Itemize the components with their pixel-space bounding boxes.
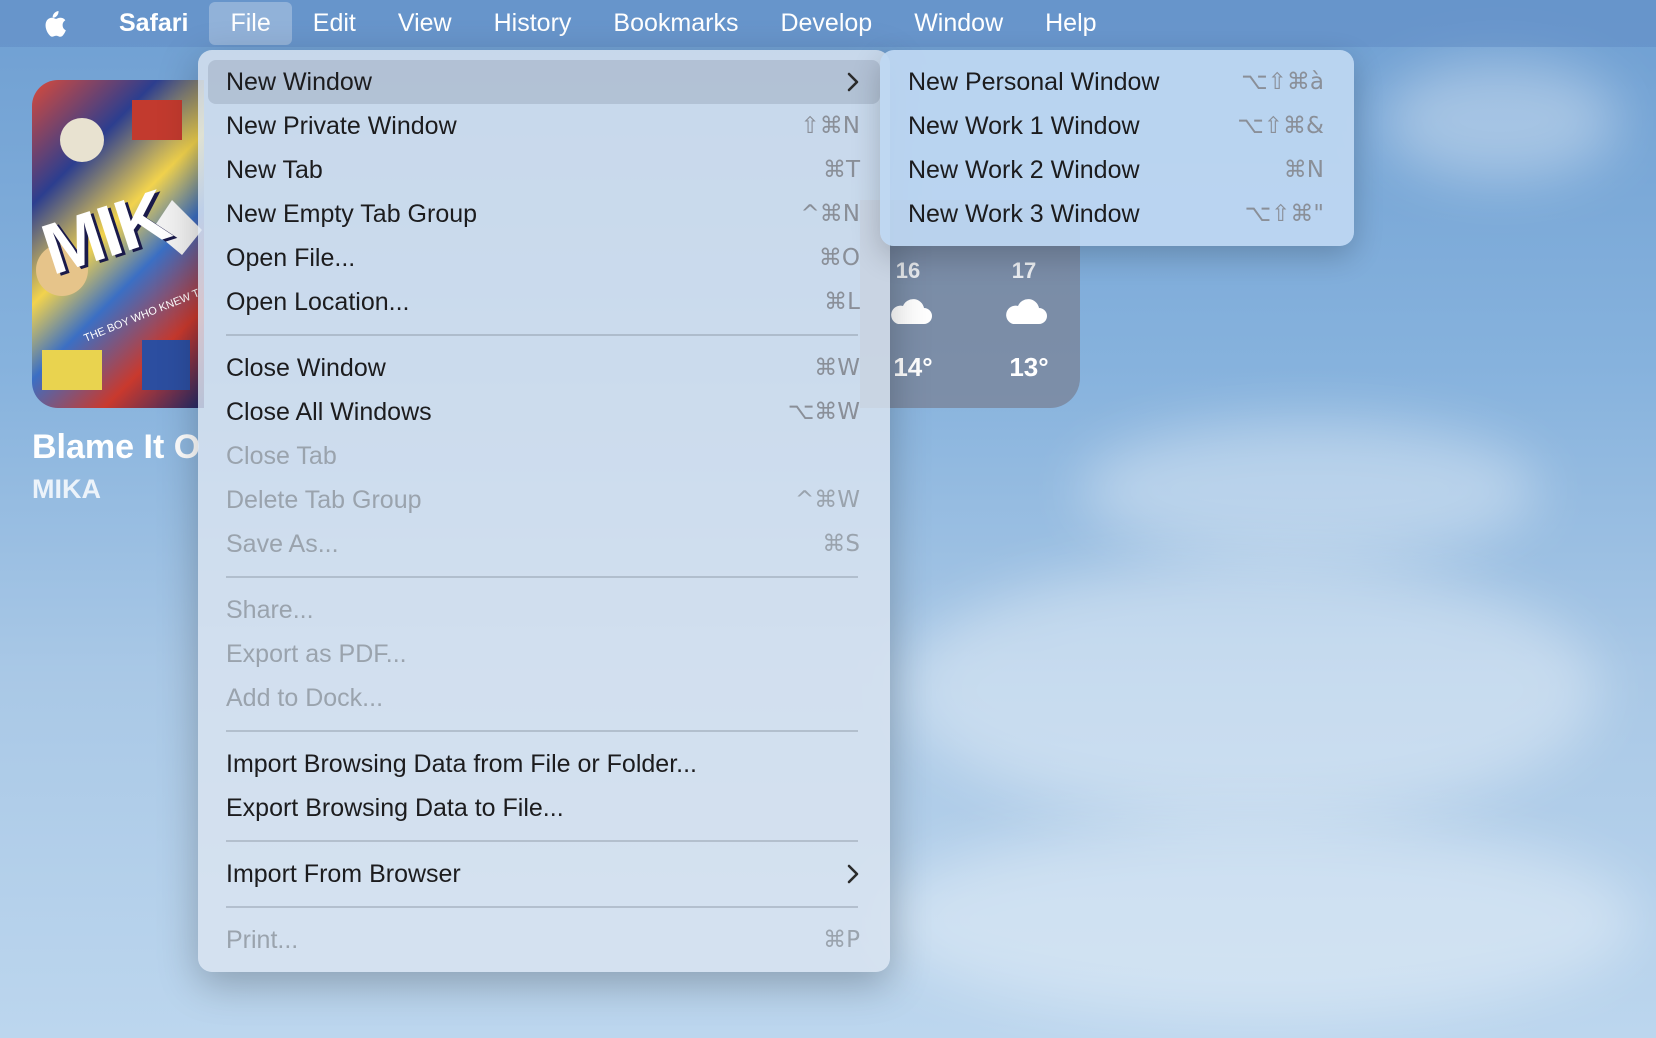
shortcut-label: ⌘P (823, 927, 860, 953)
submenu-item-new-work-2-window[interactable]: New Work 2 Window ⌘N (890, 148, 1344, 192)
shortcut-label: ⌥⌘W (787, 399, 860, 425)
submenu-item-new-work-3-window[interactable]: New Work 3 Window ⌥⇧⌘" (890, 192, 1344, 236)
file-menu-dropdown: New Window New Private Window ⇧⌘N New Ta… (198, 50, 890, 972)
menu-item-label: Open Location... (226, 288, 410, 316)
shortcut-label: ⌘W (814, 355, 860, 381)
menu-item-label: Share... (226, 596, 314, 624)
menu-separator (226, 730, 858, 732)
background-cloud (1080, 420, 1540, 560)
menu-view[interactable]: View (377, 0, 473, 47)
menu-item-open-location[interactable]: Open Location... ⌘L (208, 280, 880, 324)
menu-item-new-private-window[interactable]: New Private Window ⇧⌘N (208, 104, 880, 148)
menu-item-add-to-dock: Add to Dock... (208, 676, 880, 720)
menu-item-label: New Window (226, 68, 372, 96)
menu-item-label: New Work 2 Window (908, 156, 1140, 184)
menu-item-label: New Empty Tab Group (226, 200, 478, 228)
menu-item-label: New Work 1 Window (908, 112, 1140, 140)
menu-item-print: Print... ⌘P (208, 918, 880, 962)
menu-item-import-from-browser[interactable]: Import From Browser (208, 852, 880, 896)
song-title: Blame It On (32, 428, 202, 466)
shortcut-label: ⌥⇧⌘" (1244, 201, 1324, 227)
menu-item-save-as: Save As... ⌘S (208, 522, 880, 566)
shortcut-label: ^⌘N (800, 201, 860, 227)
shortcut-label: ⌥⇧⌘à (1241, 69, 1324, 95)
cloud-icon (891, 299, 932, 324)
menu-separator (226, 840, 858, 842)
menu-item-label: Save As... (226, 530, 339, 558)
menu-item-new-tab[interactable]: New Tab ⌘T (208, 148, 880, 192)
menu-separator (226, 906, 858, 908)
shortcut-label: ⇧⌘N (800, 113, 860, 139)
menu-history[interactable]: History (473, 0, 593, 47)
shortcut-label: ⌘T (822, 157, 860, 183)
menu-item-import-browsing-data[interactable]: Import Browsing Data from File or Folder… (208, 742, 880, 786)
menu-item-label: Delete Tab Group (226, 486, 422, 514)
shortcut-label: ^⌘W (794, 487, 860, 513)
shortcut-label: ⌘S (822, 531, 860, 557)
chevron-right-icon (847, 864, 859, 884)
menu-item-label: Export Browsing Data to File... (226, 794, 564, 822)
menu-item-label: Import Browsing Data from File or Folder… (226, 750, 697, 778)
menu-item-label: New Personal Window (908, 68, 1160, 96)
menu-item-new-window[interactable]: New Window (208, 60, 880, 104)
menu-item-label: Print... (226, 926, 299, 954)
menu-item-label: Open File... (226, 244, 356, 272)
menu-window[interactable]: Window (893, 0, 1024, 47)
background-cloud (900, 560, 1600, 820)
menu-bookmarks[interactable]: Bookmarks (592, 0, 759, 47)
cloud-icon (1006, 299, 1047, 324)
weather-day: 17 (1011, 258, 1037, 283)
album-artwork[interactable]: MIK THE BOY WHO KNEW T (32, 80, 204, 408)
menu-item-close-window[interactable]: Close Window ⌘W (208, 346, 880, 390)
menu-help[interactable]: Help (1024, 0, 1117, 47)
menu-item-delete-tab-group: Delete Tab Group ^⌘W (208, 478, 880, 522)
menu-item-label: Close Window (226, 354, 386, 382)
menu-item-share: Share... (208, 588, 880, 632)
song-artist: MIKA (32, 474, 101, 504)
background-cloud (880, 820, 1640, 1020)
menu-item-label: Close All Windows (226, 398, 432, 426)
menu-item-open-file[interactable]: Open File... ⌘O (208, 236, 880, 280)
menu-separator (226, 334, 858, 336)
shortcut-label: ⌘O (818, 245, 860, 271)
menu-item-export-browsing-data[interactable]: Export Browsing Data to File... (208, 786, 880, 830)
menu-develop[interactable]: Develop (759, 0, 893, 47)
menu-separator (226, 576, 858, 578)
menu-item-label: Import From Browser (226, 860, 461, 888)
menu-item-new-empty-tab-group[interactable]: New Empty Tab Group ^⌘N (208, 192, 880, 236)
menu-bar: Safari File Edit View History Bookmarks … (0, 0, 1656, 47)
menu-edit[interactable]: Edit (292, 0, 377, 47)
shortcut-label: ⌘L (824, 289, 860, 315)
chevron-right-icon (847, 72, 859, 92)
menu-item-label: Export as PDF... (226, 640, 407, 668)
menu-item-label: Add to Dock... (226, 684, 384, 712)
weather-temperature: 13° (1009, 352, 1049, 382)
submenu-item-new-personal-window[interactable]: New Personal Window ⌥⇧⌘à (890, 60, 1344, 104)
shortcut-label: ⌘N (1283, 157, 1324, 183)
menu-item-close-tab: Close Tab (208, 434, 880, 478)
menu-item-export-as-pdf: Export as PDF... (208, 632, 880, 676)
menu-item-label: New Private Window (226, 112, 457, 140)
shortcut-label: ⌥⇧⌘& (1237, 113, 1324, 139)
apple-logo-icon[interactable] (38, 7, 68, 41)
menu-item-label: New Tab (226, 156, 323, 184)
background-cloud (1380, 60, 1620, 180)
submenu-item-new-work-1-window[interactable]: New Work 1 Window ⌥⇧⌘& (890, 104, 1344, 148)
menu-safari[interactable]: Safari (98, 0, 209, 47)
new-window-submenu: New Personal Window ⌥⇧⌘à New Work 1 Wind… (880, 50, 1354, 246)
menu-file[interactable]: File (209, 2, 292, 45)
menu-item-label: New Work 3 Window (908, 200, 1140, 228)
menu-item-close-all-windows[interactable]: Close All Windows ⌥⌘W (208, 390, 880, 434)
menu-item-label: Close Tab (226, 442, 337, 470)
